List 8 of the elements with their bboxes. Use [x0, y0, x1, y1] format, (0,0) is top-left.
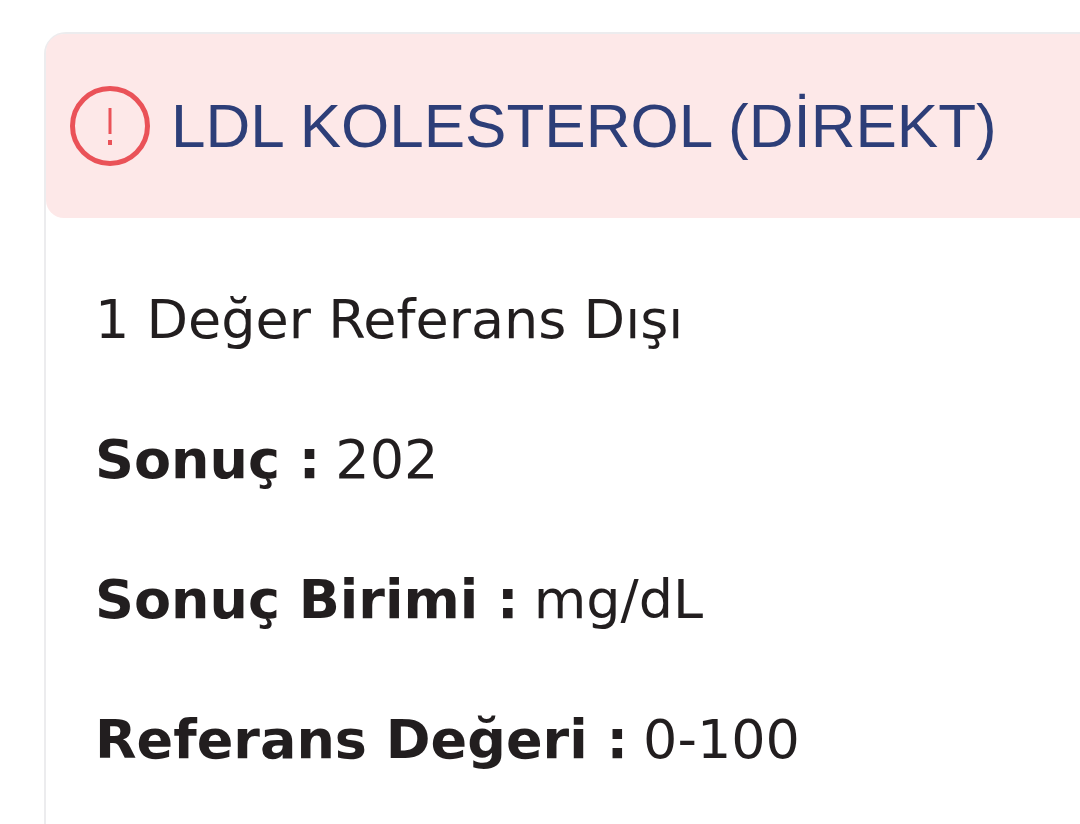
field-value: 0-100: [643, 707, 800, 773]
summary-text: 1 Değer Referans Dışı: [95, 287, 684, 353]
field-label: Referans Değeri :: [95, 707, 629, 773]
field-label: Sonuç Birimi :: [95, 567, 519, 633]
field-value: 202: [335, 427, 439, 493]
field-value: mg/dL: [533, 567, 704, 633]
field-label: Sonuç :: [95, 427, 321, 493]
exclamation-circle-icon: [70, 86, 150, 166]
